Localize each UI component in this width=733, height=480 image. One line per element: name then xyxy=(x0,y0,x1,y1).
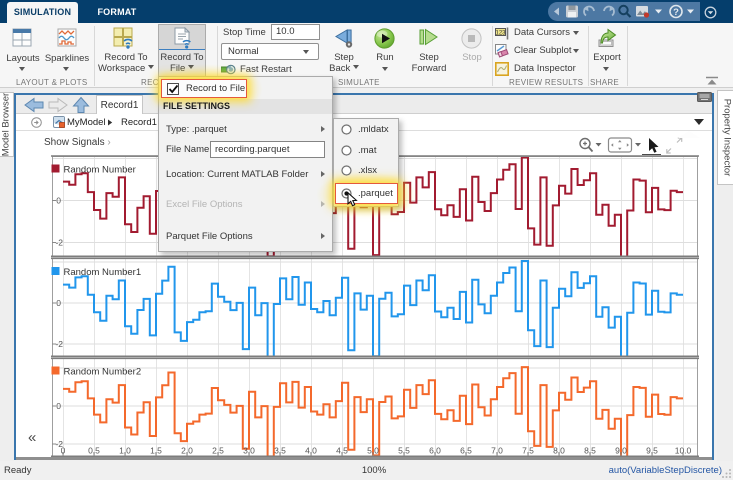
svg-text:-2: -2 xyxy=(55,238,63,248)
svg-text:4.5: 4.5 xyxy=(336,446,348,456)
svg-text:7.5: 7.5 xyxy=(522,446,534,456)
svg-text:9.5: 9.5 xyxy=(646,446,658,456)
svg-text:10.0: 10.0 xyxy=(675,446,692,456)
svg-text:0.5: 0.5 xyxy=(88,446,100,456)
svg-text:8.0: 8.0 xyxy=(553,446,565,456)
svg-text:4.0: 4.0 xyxy=(305,446,317,456)
svg-text:2.5: 2.5 xyxy=(212,446,224,456)
svg-text:3.0: 3.0 xyxy=(243,446,255,456)
svg-text:Random Number1: Random Number1 xyxy=(64,267,142,278)
svg-text:123: 123 xyxy=(495,31,506,37)
svg-text:1.5: 1.5 xyxy=(150,446,162,456)
svg-text:1.0: 1.0 xyxy=(119,446,131,456)
svg-text:Random Number2: Random Number2 xyxy=(64,367,142,378)
svg-text:7.0: 7.0 xyxy=(491,446,503,456)
svg-text:6.5: 6.5 xyxy=(460,446,472,456)
svg-text:-2: -2 xyxy=(55,439,63,449)
svg-text:2.0: 2.0 xyxy=(181,446,193,456)
svg-text:?: ? xyxy=(673,7,679,18)
svg-text:0: 0 xyxy=(56,298,61,308)
svg-text:Random Number: Random Number xyxy=(64,165,136,176)
svg-text:0: 0 xyxy=(56,196,61,206)
svg-text:0: 0 xyxy=(56,401,61,411)
svg-text:9.0: 9.0 xyxy=(615,446,627,456)
svg-text:5.5: 5.5 xyxy=(398,446,410,456)
svg-text:3.5: 3.5 xyxy=(274,446,286,456)
svg-text:8.5: 8.5 xyxy=(584,446,596,456)
svg-text:5.0: 5.0 xyxy=(367,446,379,456)
svg-text:6.0: 6.0 xyxy=(429,446,441,456)
svg-text:-2: -2 xyxy=(55,339,63,349)
